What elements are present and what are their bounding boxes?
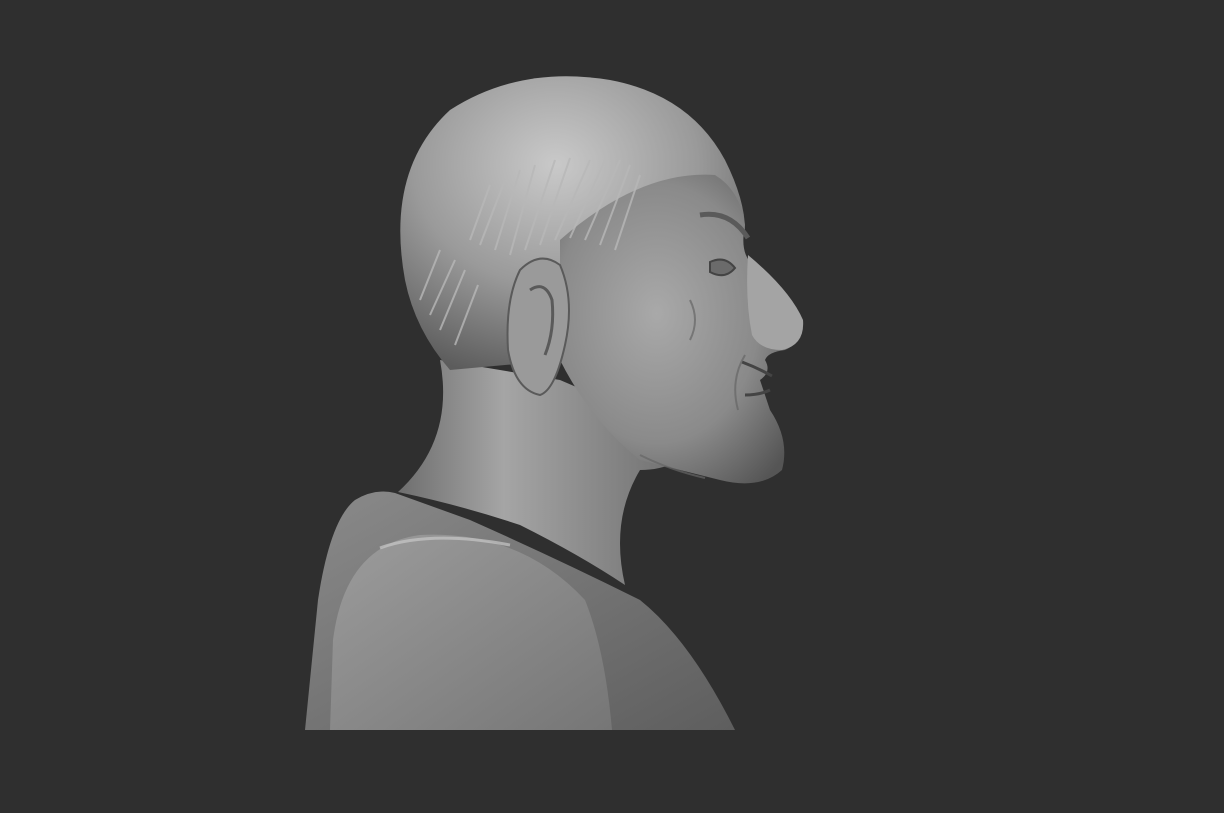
nose <box>747 255 804 350</box>
sculpt-viewport[interactable] <box>0 0 1224 813</box>
bust-sculpt-model <box>305 76 804 730</box>
shoulder-arm <box>330 534 612 730</box>
ear <box>506 257 570 397</box>
